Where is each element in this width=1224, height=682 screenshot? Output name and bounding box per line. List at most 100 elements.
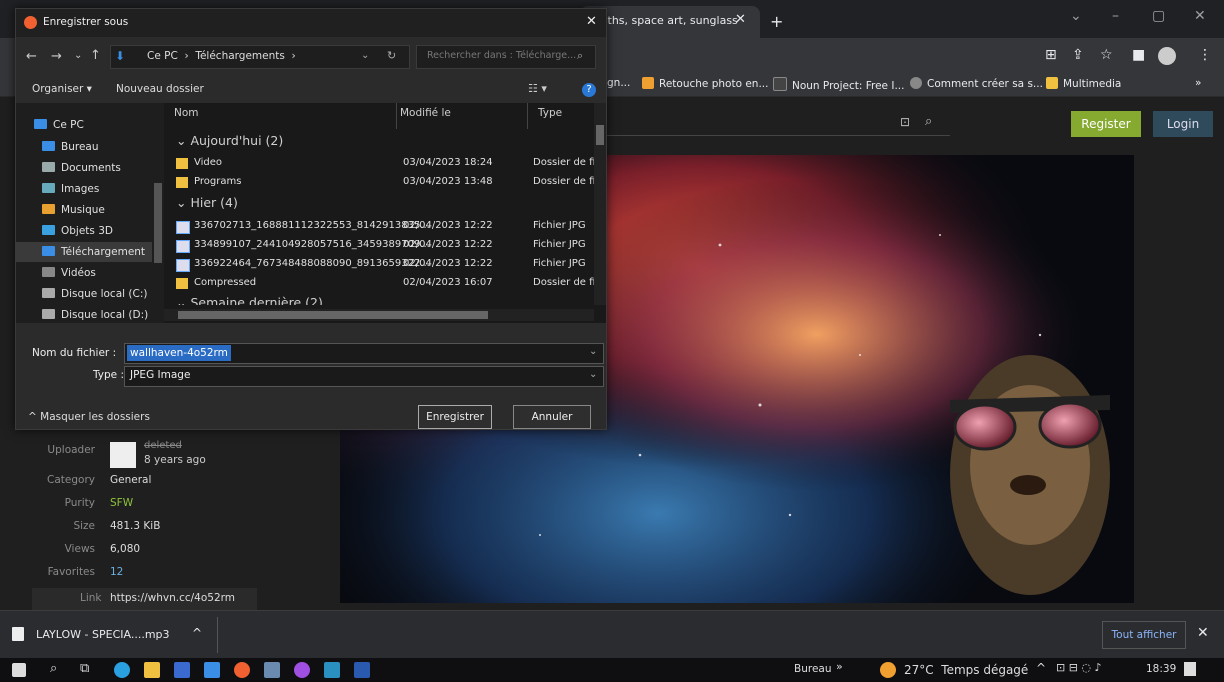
- column-name[interactable]: Nom: [174, 107, 199, 119]
- favorites-value[interactable]: 12: [110, 566, 123, 578]
- window-close-icon[interactable]: ✕: [1194, 8, 1206, 24]
- cancel-button[interactable]: Annuler: [513, 405, 591, 429]
- bookmark-item[interactable]: Comment créer sa s...: [910, 77, 1043, 90]
- maximize-icon[interactable]: ▢: [1152, 8, 1165, 24]
- file-row[interactable]: 336702713_168881112322553_8142913835... 0…: [176, 216, 596, 236]
- help-icon[interactable]: ?: [582, 83, 596, 97]
- hide-folders-toggle[interactable]: ^ Masquer les dossiers: [28, 411, 150, 423]
- back-icon[interactable]: ←: [26, 49, 37, 64]
- minimize-icon[interactable]: –: [1112, 8, 1119, 24]
- edge-icon[interactable]: [114, 662, 130, 678]
- tab-search-icon[interactable]: ⌄: [1070, 8, 1082, 24]
- file-explorer-icon[interactable]: [144, 662, 160, 678]
- nav-item-videos[interactable]: Vidéos: [42, 263, 96, 283]
- file-row[interactable]: Compressed 02/04/2023 16:07 Dossier de fic: [176, 273, 601, 293]
- desktop-toolbar-label[interactable]: Bureau: [794, 663, 832, 675]
- bookmark-item[interactable]: Retouche photo en...: [642, 77, 768, 90]
- close-download-bar-icon[interactable]: ✕: [1197, 625, 1209, 641]
- app-icon[interactable]: [264, 662, 280, 678]
- clock[interactable]: 18:39: [1146, 663, 1176, 675]
- nav-scrollbar[interactable]: [154, 183, 162, 263]
- nav-item-documents[interactable]: Documents: [42, 158, 121, 178]
- column-modified[interactable]: Modifié le: [400, 107, 451, 119]
- notification-icon[interactable]: [1184, 662, 1196, 676]
- tab-close-icon[interactable]: ✕: [735, 12, 746, 27]
- uploader-name[interactable]: deleted: [144, 440, 182, 451]
- telegram-icon[interactable]: [324, 662, 340, 678]
- search-icon[interactable]: ⌕: [577, 49, 583, 63]
- weather-text[interactable]: 27°C Temps dégagé: [904, 663, 1028, 677]
- translate-icon[interactable]: ⊞: [1045, 47, 1057, 63]
- group-header-clipped[interactable]: ⌄ Semaine dernière (2): [164, 293, 594, 305]
- download-filename[interactable]: LAYLOW - SPECIA....mp3: [36, 628, 170, 641]
- share-icon[interactable]: ⇪: [1072, 47, 1084, 63]
- site-search-input[interactable]: ⊡ ⌕: [600, 111, 950, 136]
- profile-avatar[interactable]: [1158, 47, 1176, 65]
- chevron-up-icon[interactable]: ^: [192, 626, 202, 640]
- up-icon[interactable]: ↑: [90, 48, 101, 63]
- file-vertical-scrollbar[interactable]: [594, 103, 606, 305]
- tray-chevron-icon[interactable]: ^: [1036, 661, 1046, 675]
- dialog-close-icon[interactable]: ✕: [586, 14, 597, 29]
- store-icon[interactable]: [174, 662, 190, 678]
- view-options-icon[interactable]: ☷ ▾: [528, 82, 547, 95]
- group-header[interactable]: ⌄ Hier (4): [176, 195, 238, 210]
- dialog-search-input[interactable]: Rechercher dans : Télécharge... ⌕: [416, 45, 596, 69]
- nav-item-images[interactable]: Images: [42, 179, 99, 199]
- chevron-down-icon[interactable]: ⌄: [589, 369, 597, 380]
- show-all-button[interactable]: Tout afficher: [1102, 621, 1186, 649]
- address-bar[interactable]: ⬇ Ce PC › Téléchargements › ⌄ ↻: [110, 45, 410, 69]
- file-row[interactable]: Video 03/04/2023 18:24 Dossier de fic: [176, 153, 601, 173]
- filename-input[interactable]: wallhaven-4o52rm ⌄: [124, 343, 604, 364]
- nav-item-music[interactable]: Musique: [42, 200, 105, 220]
- nav-item-disk-d[interactable]: Disque local (D:): [42, 305, 148, 325]
- bookmark-item[interactable]: gn...: [607, 77, 630, 89]
- login-button[interactable]: Login: [1153, 111, 1213, 137]
- messenger-icon[interactable]: [294, 662, 310, 678]
- refresh-icon[interactable]: ↻: [387, 49, 396, 62]
- file-row[interactable]: Programs 03/04/2023 13:48 Dossier de fic: [176, 172, 601, 192]
- nav-item-3d-objects[interactable]: Objets 3D: [42, 221, 113, 241]
- breadcrumb[interactable]: Ce PC › Téléchargements ›: [147, 50, 296, 62]
- column-type[interactable]: Type: [538, 107, 562, 119]
- search-icon[interactable]: ⌕: [925, 114, 932, 129]
- recent-icon[interactable]: ⌄: [74, 50, 82, 61]
- bookmark-item[interactable]: Noun Project: Free I...: [773, 77, 904, 92]
- more-bookmarks-icon[interactable]: »: [1195, 77, 1201, 89]
- scroll-thumb[interactable]: [596, 125, 604, 145]
- tray-icons[interactable]: ⊡ ⊟ ◌ ♪: [1056, 661, 1102, 674]
- register-button[interactable]: Register: [1071, 111, 1141, 137]
- search-icon[interactable]: ⌕: [50, 661, 57, 676]
- address-dropdown-icon[interactable]: ⌄: [361, 50, 369, 61]
- scroll-thumb[interactable]: [178, 311, 488, 319]
- new-folder-button[interactable]: Nouveau dossier: [116, 83, 204, 95]
- camera-icon[interactable]: ⊡: [900, 115, 910, 129]
- type-select[interactable]: JPEG Image ⌄: [124, 366, 604, 387]
- chevron-down-icon[interactable]: ⌄: [589, 346, 597, 357]
- group-header[interactable]: ⌄ Aujourd'hui (2): [176, 133, 283, 148]
- windows-start-icon[interactable]: [12, 663, 26, 677]
- word-icon[interactable]: [354, 662, 370, 678]
- mail-icon[interactable]: [204, 662, 220, 678]
- file-horizontal-scrollbar[interactable]: [164, 309, 594, 321]
- sidepanel-icon[interactable]: ■: [1132, 47, 1145, 63]
- nav-item-disk-c[interactable]: Disque local (C:): [42, 284, 147, 304]
- file-row[interactable]: 334899107_244104928057516_3459389709... 0…: [176, 235, 596, 255]
- nav-item-desktop[interactable]: Bureau: [42, 137, 99, 157]
- new-tab-button[interactable]: +: [770, 12, 783, 31]
- forward-icon[interactable]: →: [51, 49, 62, 64]
- more-icon[interactable]: »: [836, 660, 843, 673]
- organize-button[interactable]: Organiser ▾: [32, 83, 92, 95]
- uploader-avatar[interactable]: [110, 442, 136, 468]
- bookmark-folder[interactable]: Multimedia: [1046, 77, 1121, 90]
- nav-item-downloads[interactable]: Téléchargement: [16, 242, 152, 262]
- star-icon[interactable]: ☆: [1100, 47, 1113, 63]
- file-row[interactable]: 336922464_767348488088090_8913659322... 0…: [176, 254, 596, 274]
- save-button[interactable]: Enregistrer: [418, 405, 492, 429]
- menu-icon[interactable]: ⋮: [1198, 47, 1212, 63]
- browser-tab[interactable]: sloths, space art, sunglass ✕: [580, 6, 760, 38]
- short-link[interactable]: https://whvn.cc/4o52rm: [110, 592, 235, 604]
- chrome-icon[interactable]: [234, 662, 250, 678]
- task-view-icon[interactable]: ⧉: [80, 661, 89, 676]
- nav-item-this-pc[interactable]: Ce PC: [34, 115, 84, 135]
